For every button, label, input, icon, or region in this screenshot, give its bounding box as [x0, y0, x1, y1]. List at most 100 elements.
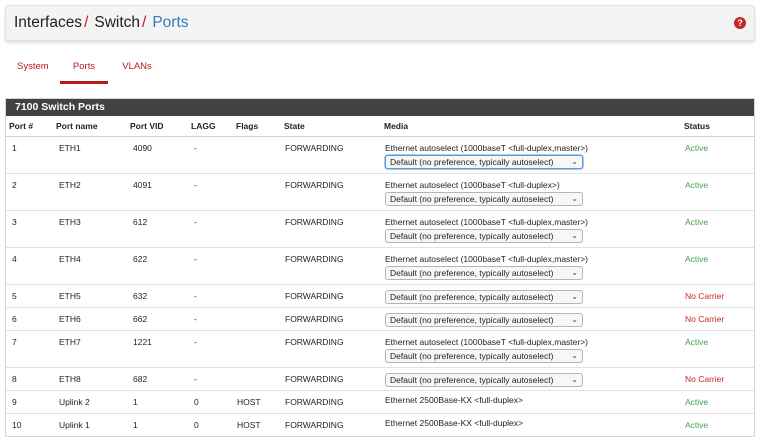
media-status-text: Ethernet autoselect (1000baseT <full-dup…	[385, 253, 589, 264]
media-select[interactable]: Default (no preference, typically autose…	[385, 348, 583, 363]
media-cell: Ethernet autoselect (1000baseT <full-dup…	[381, 209, 681, 247]
lagg-cell: -	[188, 283, 233, 307]
lagg-cell: 0	[188, 412, 233, 436]
media-select[interactable]: Default (no preference, typically autose…	[385, 312, 583, 327]
media-cell: Ethernet 2500Base-KX <full-duplex>	[381, 389, 681, 413]
port-name-cell: ETH2	[53, 172, 127, 210]
chevron-down-icon: ⌄	[571, 314, 578, 324]
port-number-cell: 1	[6, 135, 53, 173]
media-select[interactable]: Default (no preference, typically autose…	[385, 265, 583, 280]
status-text: Active	[681, 246, 754, 284]
state-cell: FORWARDING	[281, 209, 381, 247]
media-cell: Ethernet autoselect (1000baseT <full-dup…	[381, 246, 681, 284]
port-number-cell: 3	[6, 209, 53, 247]
column-header-lagg: LAGG	[188, 116, 233, 137]
media-status-text: Ethernet autoselect (1000baseT <full-dup…	[385, 216, 589, 227]
breadcrumb-separator: /	[142, 14, 147, 31]
flags-cell	[233, 209, 281, 247]
flags-cell	[233, 306, 281, 330]
chevron-down-icon: ⌄	[571, 230, 578, 240]
state-cell: FORWARDING	[281, 412, 381, 436]
table-row: 1 ETH1 4090- FORWARDING Ethernet autoselect …	[6, 135, 754, 173]
media-cell: Ethernet autoselect (1000baseT <full-dup…	[381, 172, 681, 210]
column-header-port-name: Port name	[53, 116, 127, 137]
chevron-down-icon: ⌄	[571, 193, 578, 203]
media-cell: Default (no preference, typically autose…	[381, 283, 681, 307]
port-vid-cell: 4091	[127, 172, 188, 210]
tab-system[interactable]: System	[17, 56, 49, 84]
port-name-cell: Uplink 1	[53, 412, 127, 436]
port-number-cell: 6	[6, 306, 53, 330]
column-header-flags: Flags	[233, 116, 281, 137]
media-status-text: Ethernet 2500Base-KX <full-duplex>	[385, 394, 523, 405]
media-select-value: Default (no preference, typically autose…	[390, 350, 554, 361]
media-status-text: Ethernet autoselect (1000baseT <full-dup…	[385, 142, 589, 153]
column-header-status: Status	[681, 116, 754, 137]
media-select[interactable]: Default (no preference, typically autose…	[385, 289, 583, 304]
tab-bar: System Ports VLANs	[5, 56, 755, 84]
breadcrumb-interfaces[interactable]: Interfaces	[14, 14, 82, 31]
media-select-value: Default (no preference, typically autose…	[390, 193, 554, 204]
panel-title: 7100 Switch Ports	[6, 99, 754, 116]
port-vid-cell: 1	[127, 389, 188, 413]
media-select[interactable]: Default (no preference, typically autose…	[385, 228, 583, 243]
flags-cell	[233, 246, 281, 284]
media-select-value: Default (no preference, typically autose…	[390, 267, 554, 278]
port-vid-cell: 4090	[127, 135, 188, 173]
state-cell: FORWARDING	[281, 329, 381, 367]
port-number-cell: 7	[6, 329, 53, 367]
status-text: No Carrier	[681, 283, 754, 307]
tab-ports[interactable]: Ports	[60, 56, 108, 84]
state-cell: FORWARDING	[281, 172, 381, 210]
ports-table: Port # Port name Port VID LAGG Flags Sta…	[6, 116, 754, 436]
port-number-cell: 2	[6, 172, 53, 210]
port-name-cell: ETH4	[53, 246, 127, 284]
port-vid-cell: 1221	[127, 329, 188, 367]
media-cell: Default (no preference, typically autose…	[381, 306, 681, 330]
chevron-down-icon: ⌄	[571, 156, 578, 166]
lagg-cell: -	[188, 135, 233, 173]
media-select[interactable]: Default (no preference, typically autose…	[385, 191, 583, 206]
chevron-down-icon: ⌄	[571, 350, 578, 360]
media-select[interactable]: Default (no preference, typically autose…	[385, 372, 583, 387]
status-text: No Carrier	[681, 306, 754, 330]
tab-vlans[interactable]: VLANs	[121, 56, 153, 84]
port-number-cell: 8	[6, 366, 53, 390]
breadcrumb-current-ports[interactable]: Ports	[152, 14, 188, 31]
lagg-cell: -	[188, 209, 233, 247]
status-text: Active	[681, 209, 754, 247]
lagg-cell: 0	[188, 389, 233, 413]
lagg-cell: -	[188, 172, 233, 210]
media-select-value: Default (no preference, typically autose…	[390, 314, 554, 325]
port-vid-cell: 612	[127, 209, 188, 247]
port-number-cell: 10	[6, 412, 53, 436]
table-header-row: Port # Port name Port VID LAGG Flags Sta…	[6, 116, 754, 137]
breadcrumb-separator: /	[84, 14, 89, 31]
breadcrumb-switch[interactable]: Switch	[94, 14, 140, 31]
flags-cell	[233, 135, 281, 173]
chevron-down-icon: ⌄	[571, 267, 578, 277]
table-row: 2 ETH2 4091- FORWARDING Ethernet autoselect …	[6, 172, 754, 210]
help-icon[interactable]: ?	[734, 17, 746, 29]
column-header-state: State	[281, 116, 381, 137]
port-name-cell: ETH5	[53, 283, 127, 307]
media-select[interactable]: Default (no preference, typically autose…	[385, 154, 583, 169]
state-cell: FORWARDING	[281, 306, 381, 330]
chevron-down-icon: ⌄	[571, 291, 578, 301]
table-row: 7 ETH7 1221- FORWARDING Ethernet autoselect …	[6, 329, 754, 367]
table-row: 5 ETH5 632- FORWARDING Default (no preferenc…	[6, 283, 754, 307]
status-text: Active	[681, 412, 754, 436]
port-vid-cell: 622	[127, 246, 188, 284]
port-name-cell: ETH1	[53, 135, 127, 173]
state-cell: FORWARDING	[281, 366, 381, 390]
media-cell: Default (no preference, typically autose…	[381, 366, 681, 390]
media-cell: Ethernet autoselect (1000baseT <full-dup…	[381, 135, 681, 173]
status-text: Active	[681, 172, 754, 210]
port-number-cell: 9	[6, 389, 53, 413]
breadcrumb: Interfaces / Switch / Ports	[14, 13, 189, 33]
media-select-value: Default (no preference, typically autose…	[390, 156, 554, 167]
status-text: Active	[681, 329, 754, 367]
table-row: 4 ETH4 622- FORWARDING Ethernet autoselect (…	[6, 246, 754, 284]
media-status-text: Ethernet autoselect (1000baseT <full-dup…	[385, 179, 560, 190]
table-row: 3 ETH3 612- FORWARDING Ethernet autoselect (…	[6, 209, 754, 247]
